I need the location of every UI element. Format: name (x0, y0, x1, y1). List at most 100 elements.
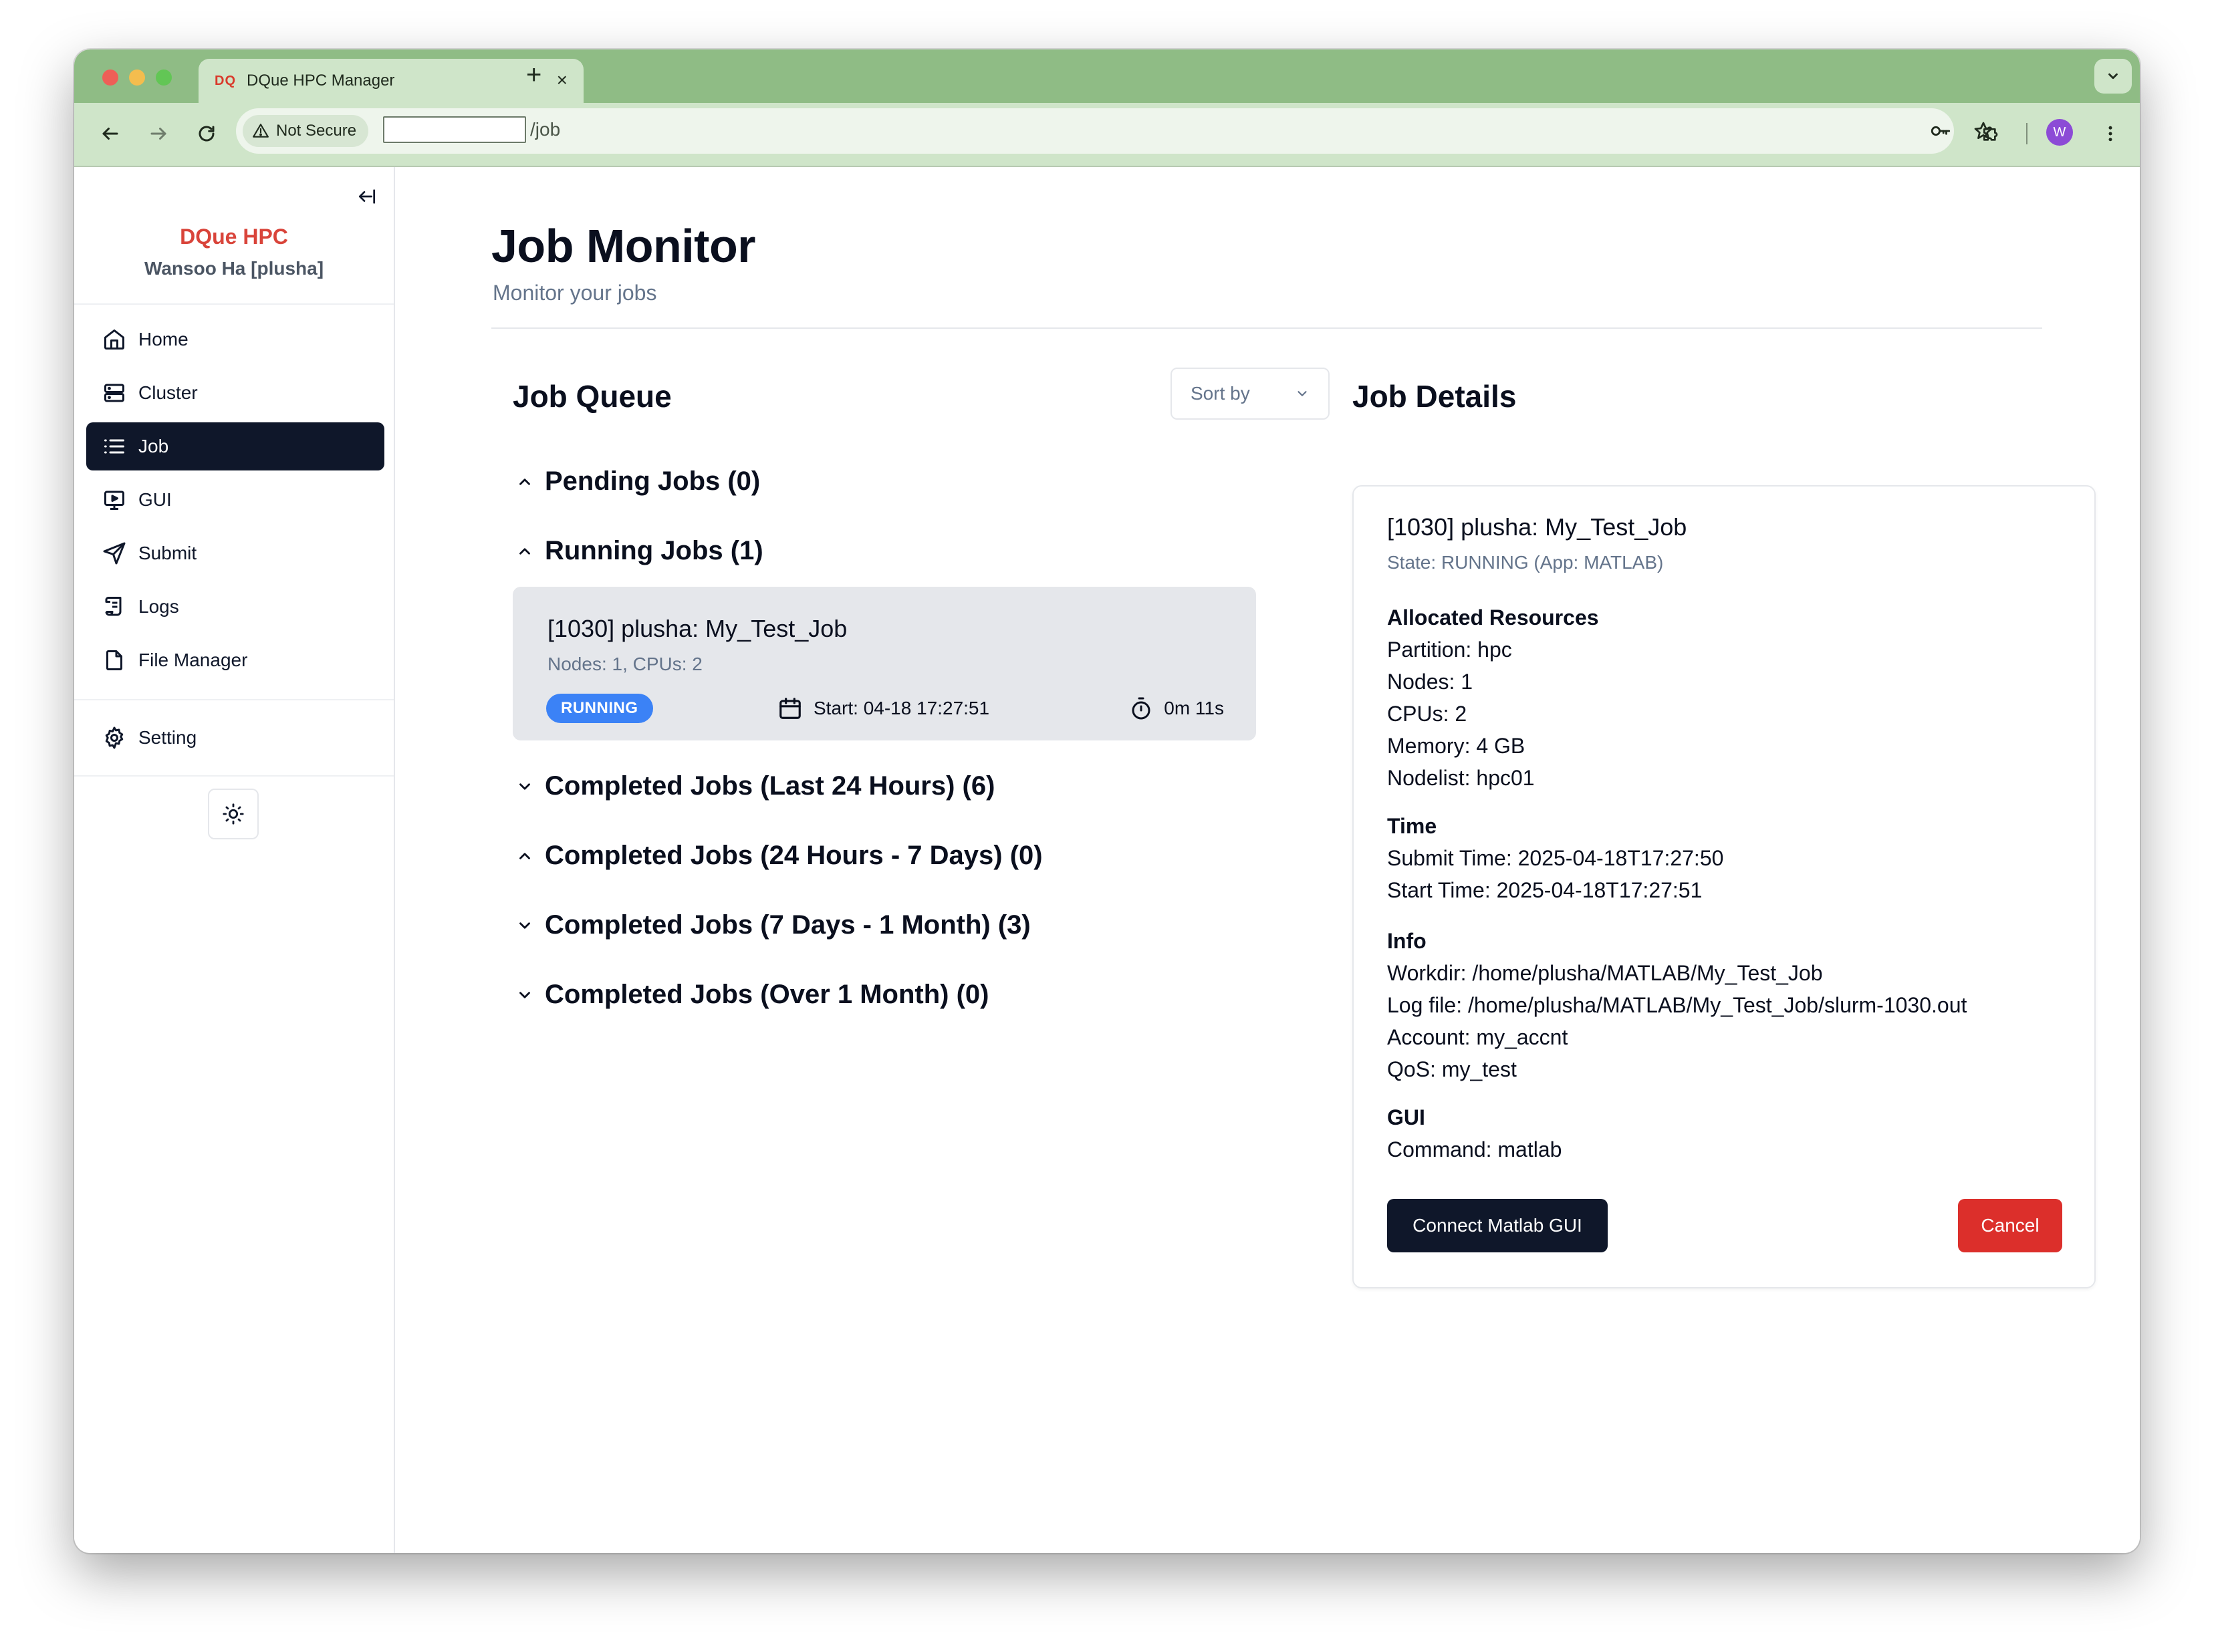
cancel-job-button[interactable]: Cancel (1958, 1199, 2062, 1252)
main-content: Job Monitor Monitor your jobs Job Queue … (395, 167, 2140, 1553)
detail-section-heading: Time (1387, 814, 1437, 838)
chevron-down-icon (513, 914, 537, 938)
tab-search-button[interactable] (2094, 59, 2132, 94)
collapse-sidebar-button[interactable] (351, 180, 383, 213)
status-badge: RUNNING (546, 694, 653, 723)
sidebar-item-gui[interactable]: GUI (86, 476, 384, 524)
sidebar: DQue HPC Wansoo Ha [plusha] Home Cluster (74, 167, 395, 1553)
file-icon (101, 647, 128, 674)
puzzle-icon (1983, 126, 1998, 141)
job-details-panel: [1030] plusha: My_Test_Job State: RUNNIN… (1352, 485, 2096, 1288)
sun-icon (223, 803, 244, 825)
group-completed-over-1m[interactable]: Completed Jobs (Over 1 Month) (0) (513, 980, 989, 1010)
user-name: Wansoo Ha [plusha] (144, 258, 324, 279)
reload-button[interactable] (191, 118, 223, 150)
job-start-label: Start: 04-18 17:27:51 (814, 698, 990, 718)
monitor-icon (101, 487, 128, 513)
address-bar[interactable]: Not Secure /job (236, 108, 1993, 154)
server-icon (101, 380, 128, 406)
zoom-window-button[interactable] (156, 70, 172, 86)
group-label: Running Jobs (1) (545, 536, 763, 565)
detail-nodes: Nodes: 1 (1387, 670, 1473, 694)
sidebar-item-cluster[interactable]: Cluster (86, 369, 384, 417)
group-pending-jobs[interactable]: Pending Jobs (0) (513, 466, 760, 497)
extensions-button[interactable] (1975, 118, 2007, 150)
tab-title: DQue HPC Manager (247, 72, 395, 90)
timer-icon (1132, 697, 1150, 720)
detail-memory: Memory: 4 GB (1387, 734, 1525, 758)
password-key-button[interactable] (1927, 118, 1954, 144)
sort-select[interactable]: Sort by (1171, 368, 1330, 420)
detail-job-title: [1030] plusha: My_Test_Job (1387, 513, 1687, 541)
job-card-running[interactable]: [1030] plusha: My_Test_Job Nodes: 1, CPU… (513, 587, 1256, 740)
collapse-sidebar-icon (359, 189, 375, 204)
chevron-down-icon (2108, 73, 2118, 80)
sidebar-item-home[interactable]: Home (86, 315, 384, 364)
job-elapsed-time: 0m 11s (1129, 694, 1224, 723)
back-button[interactable] (94, 118, 126, 150)
forward-button[interactable] (142, 118, 174, 150)
detail-section-heading: GUI (1387, 1105, 1425, 1129)
job-card-title: [1030] plusha: My_Test_Job (547, 615, 848, 642)
group-running-jobs[interactable]: Running Jobs (1) (513, 536, 763, 566)
sidebar-item-label: Logs (138, 596, 179, 617)
minimize-window-button[interactable] (129, 70, 145, 86)
send-icon (101, 540, 128, 567)
sidebar-item-label: Job (138, 436, 169, 456)
url-host-field[interactable] (383, 116, 526, 143)
sort-select-value: Sort by (1191, 383, 1250, 404)
gear-icon (101, 724, 128, 751)
job-queue-title: Job Queue (513, 379, 672, 414)
detail-partition: Partition: hpc (1387, 638, 1512, 662)
chevron-down-icon (513, 983, 537, 1007)
group-completed-7d-1m[interactable]: Completed Jobs (7 Days - 1 Month) (3) (513, 910, 1031, 940)
group-completed-24h-7d[interactable]: Completed Jobs (24 Hours - 7 Days) (0) (513, 841, 1043, 871)
group-label: Completed Jobs (Over 1 Month) (0) (545, 980, 989, 1009)
toolbar-separator (2026, 123, 2027, 144)
detail-job-state: State: RUNNING (App: MATLAB) (1387, 552, 1664, 573)
browser-toolbar: Not Secure /job W (74, 103, 2140, 167)
detail-allocated-resources: Allocated Resources Partition: hpc Nodes… (1387, 601, 1599, 794)
chevron-down-icon (513, 775, 537, 799)
connect-matlab-gui-button[interactable]: Connect Matlab GUI (1387, 1199, 1608, 1252)
sidebar-item-logs[interactable]: Logs (86, 583, 384, 631)
profile-avatar[interactable]: W (2046, 119, 2073, 146)
browser-menu-button[interactable] (2094, 118, 2126, 150)
group-label: Pending Jobs (0) (545, 466, 761, 496)
detail-time: Time Submit Time: 2025-04-18T17:27:50 St… (1387, 810, 1723, 906)
detail-cpus: CPUs: 2 (1387, 702, 1467, 726)
theme-toggle-button[interactable] (208, 789, 259, 839)
key-icon (1931, 126, 1951, 136)
detail-section-heading: Allocated Resources (1387, 605, 1599, 630)
tab-close-icon[interactable]: × (557, 70, 568, 91)
sidebar-item-label: Submit (138, 543, 197, 563)
sidebar-item-setting[interactable]: Setting (86, 714, 384, 762)
detail-section-heading: Info (1387, 929, 1427, 953)
detail-submit-time: Submit Time: 2025-04-18T17:27:50 (1387, 846, 1724, 870)
group-label: Completed Jobs (7 Days - 1 Month) (3) (545, 910, 1031, 940)
detail-account: Account: my_accnt (1387, 1025, 1568, 1049)
more-vertical-icon (2108, 126, 2112, 142)
sidebar-item-label: Setting (138, 727, 197, 748)
group-label: Completed Jobs (Last 24 Hours) (6) (545, 771, 995, 801)
security-indicator[interactable]: Not Secure (243, 115, 369, 147)
job-card-resources: Nodes: 1, CPUs: 2 (547, 654, 703, 674)
job-details-title: Job Details (1352, 379, 1517, 414)
detail-qos: QoS: my_test (1387, 1057, 1517, 1081)
job-elapsed-label: 0m 11s (1164, 698, 1224, 718)
sidebar-item-label: Cluster (138, 382, 198, 403)
new-tab-button[interactable]: + (526, 61, 541, 88)
detail-nodelist: Nodelist: hpc01 (1387, 766, 1535, 790)
sidebar-divider (74, 775, 394, 777)
page-subtitle: Monitor your jobs (493, 281, 657, 305)
favicon-icon: DQ (215, 73, 236, 88)
close-window-button[interactable] (102, 70, 118, 86)
page-title: Job Monitor (491, 220, 755, 272)
group-completed-24h[interactable]: Completed Jobs (Last 24 Hours) (6) (513, 771, 995, 801)
sidebar-item-file-manager[interactable]: File Manager (86, 636, 384, 684)
arrow-right-icon (150, 128, 166, 140)
sidebar-item-job[interactable]: Job (86, 422, 384, 470)
sidebar-item-submit[interactable]: Submit (86, 529, 384, 577)
home-icon (101, 326, 128, 353)
app-root: DQue HPC Wansoo Ha [plusha] Home Cluster (74, 167, 2140, 1553)
